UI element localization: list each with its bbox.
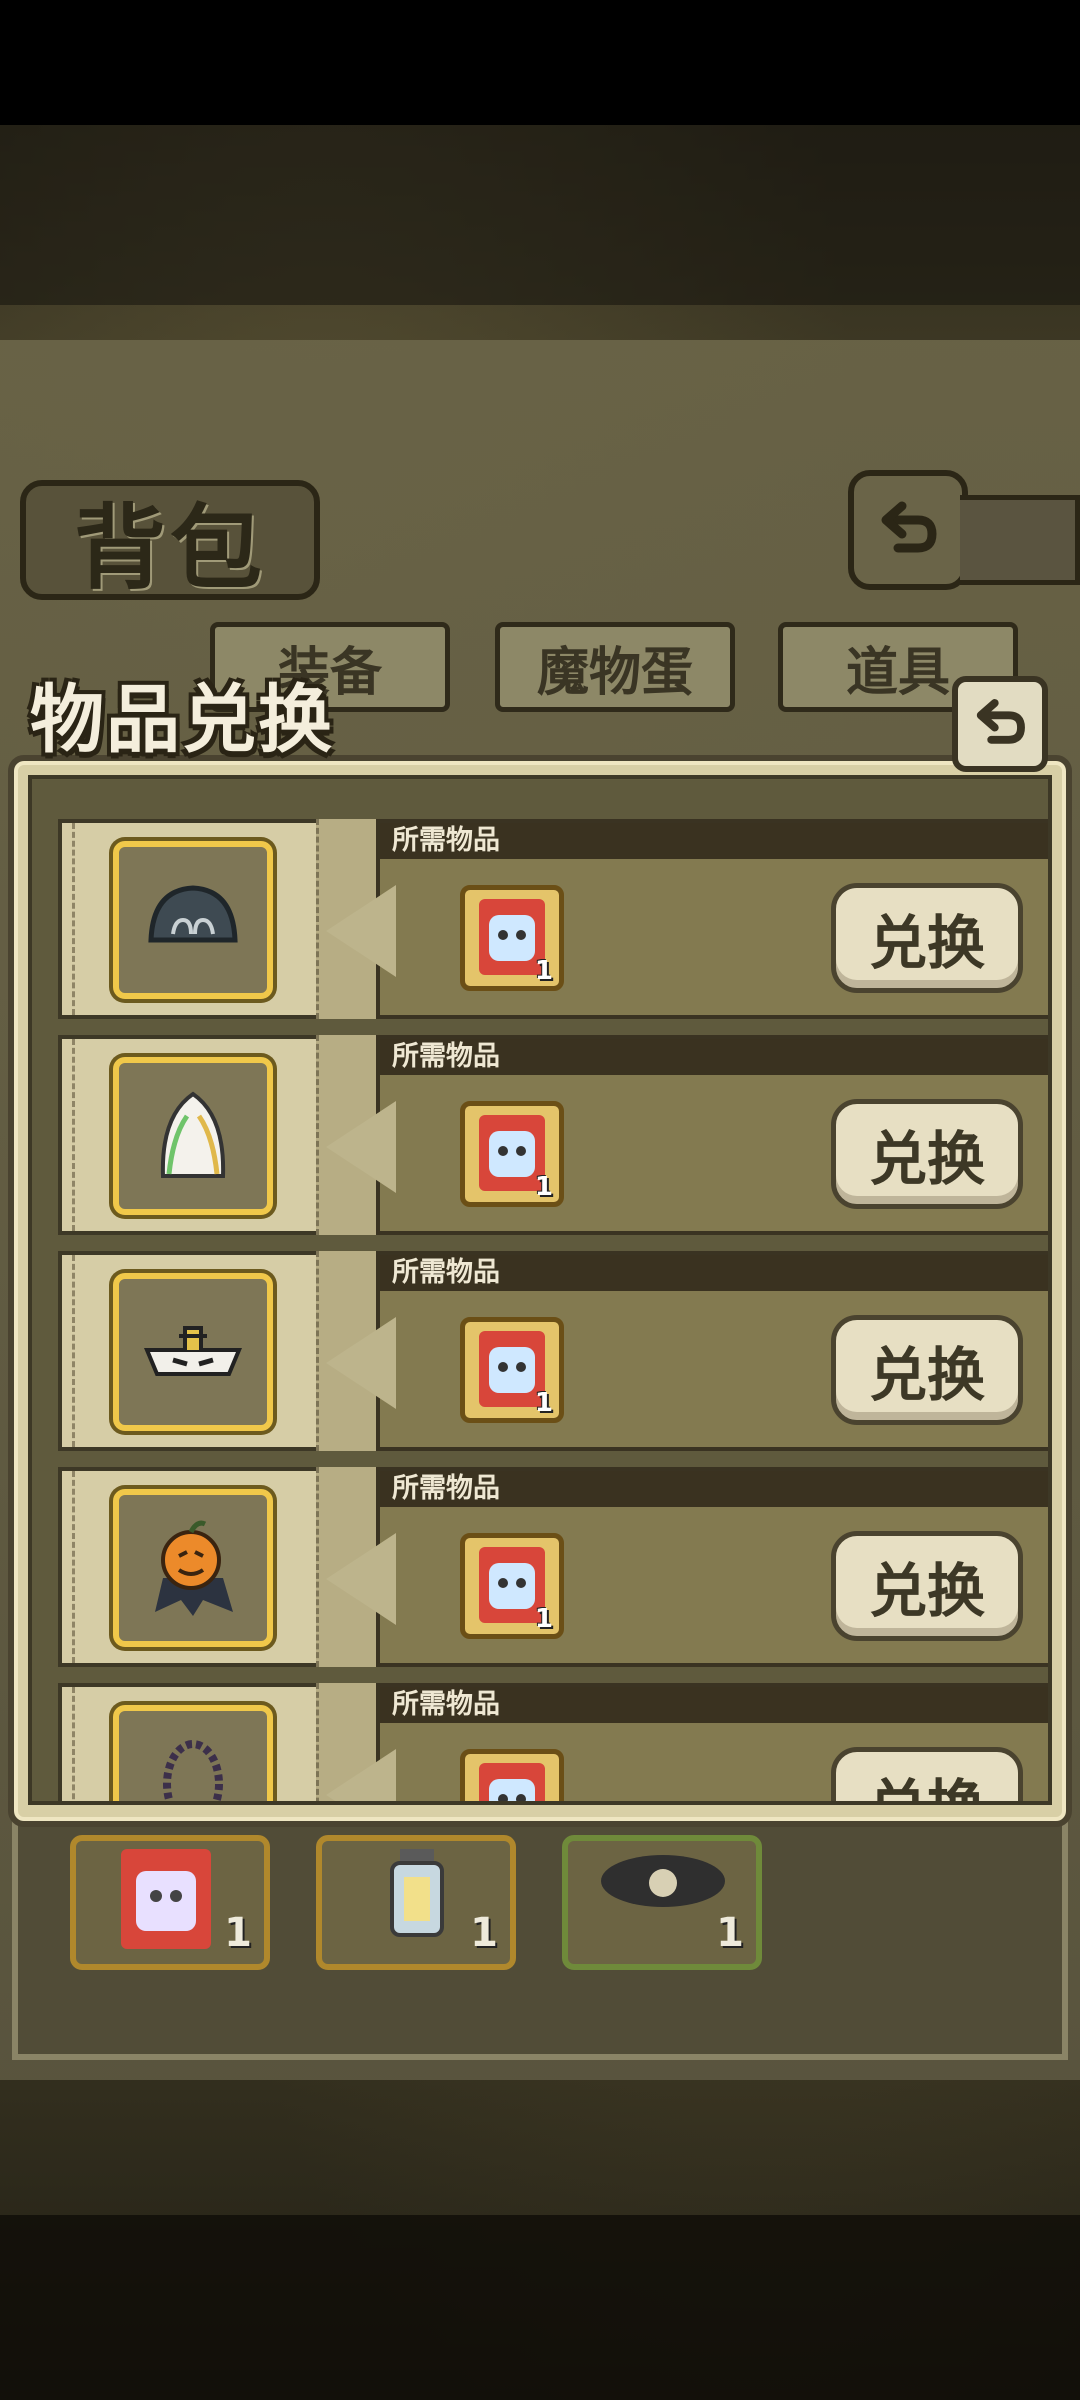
requirement-panel: 所需物品 1 兑换 — [376, 1467, 1048, 1667]
bag-item-lantern[interactable]: 1 — [316, 1835, 516, 1970]
exchange-arrow — [326, 1749, 396, 1801]
bead-necklace-icon — [163, 1740, 223, 1801]
exchange-arrow — [326, 1101, 396, 1193]
requirement-panel: 所需物品 1 兑换 — [376, 1683, 1048, 1801]
exchange-button[interactable]: 兑换 — [831, 883, 1023, 993]
required-count: 1 — [534, 1604, 553, 1634]
map-shade-bottom — [0, 2215, 1080, 2400]
requirement-panel: 所需物品 1 兑换 — [376, 819, 1048, 1019]
exchange-row: 所需物品 1 兑换 — [58, 1467, 1048, 1667]
exchange-button[interactable]: 兑换 — [831, 1099, 1023, 1209]
requirement-header: 所需物品 — [380, 1039, 1048, 1075]
required-item-slot[interactable]: 1 — [460, 885, 564, 991]
crowned-mask-icon — [144, 1326, 242, 1376]
exchange-row: 所需物品 1 兑换 — [58, 1251, 1048, 1451]
reward-item-slot[interactable] — [113, 1489, 273, 1647]
bag-item-headband[interactable]: 1 — [562, 1835, 762, 1970]
dialog-title: 物品兑换 — [30, 677, 334, 763]
back-arrow-icon — [976, 699, 1025, 744]
reward-item-slot[interactable] — [113, 1273, 273, 1431]
bag-back-button[interactable] — [848, 470, 968, 590]
required-count: 1 — [534, 1388, 553, 1418]
bag-header-bar — [960, 495, 1080, 585]
exchange-list[interactable]: 所需物品 1 兑换 所需物品 1 兑换 所需物品 1 兑换 所需物品 1 兑换 … — [28, 775, 1052, 1805]
rainbow-ghost-box-icon — [479, 1763, 545, 1801]
exchange-button[interactable]: 兑换 — [831, 1747, 1023, 1801]
exchange-arrow — [326, 1317, 396, 1409]
required-count: 1 — [534, 956, 553, 986]
exchange-button[interactable]: 兑换 — [831, 1315, 1023, 1425]
exchange-row: 所需物品 1 兑换 — [58, 1683, 1048, 1801]
item-count: 1 — [716, 1910, 744, 1956]
requirement-panel: 所需物品 1 兑换 — [376, 1251, 1048, 1451]
dialog-close-button[interactable] — [952, 676, 1048, 772]
requirement-header: 所需物品 — [380, 1687, 1048, 1723]
exchange-button[interactable]: 兑换 — [831, 1531, 1023, 1641]
exchange-arrow — [326, 885, 396, 977]
requirement-header: 所需物品 — [380, 1471, 1048, 1507]
required-item-slot[interactable]: 1 — [460, 1317, 564, 1423]
exchange-arrow — [326, 1533, 396, 1625]
requirement-header: 所需物品 — [380, 823, 1048, 859]
reward-item-slot[interactable] — [113, 841, 273, 999]
requirement-panel: 所需物品 1 兑换 — [376, 1035, 1048, 1235]
required-item-slot[interactable]: 1 — [460, 1533, 564, 1639]
white-hood-icon — [160, 1091, 226, 1178]
item-count: 1 — [470, 1910, 498, 1956]
pumpkin-scarecrow-icon — [155, 1520, 233, 1616]
reward-item-slot[interactable] — [113, 1705, 273, 1801]
status-bar — [0, 0, 1080, 125]
reward-item-slot[interactable] — [113, 1057, 273, 1215]
required-item-slot[interactable]: 1 — [460, 1101, 564, 1207]
exchange-row: 所需物品 1 兑换 — [58, 1035, 1048, 1235]
exchange-row: 所需物品 1 兑换 — [58, 819, 1048, 1019]
item-count: 1 — [224, 1910, 252, 1956]
bag-title: 背包 — [20, 480, 320, 602]
bag-item-rainbow-box[interactable]: 1 — [70, 1835, 270, 1970]
required-count: 1 — [534, 1172, 553, 1202]
dark-helmet-icon — [148, 885, 238, 943]
tab-monster-eggs[interactable]: 魔物蛋 — [495, 622, 735, 712]
back-arrow-icon — [881, 501, 937, 553]
requirement-header: 所需物品 — [380, 1255, 1048, 1291]
required-item-slot[interactable]: 1 — [460, 1749, 564, 1801]
exchange-dialog: 所需物品 1 兑换 所需物品 1 兑换 所需物品 1 兑换 所需物品 1 兑换 … — [8, 755, 1072, 1827]
map-shade-top — [0, 125, 1080, 305]
